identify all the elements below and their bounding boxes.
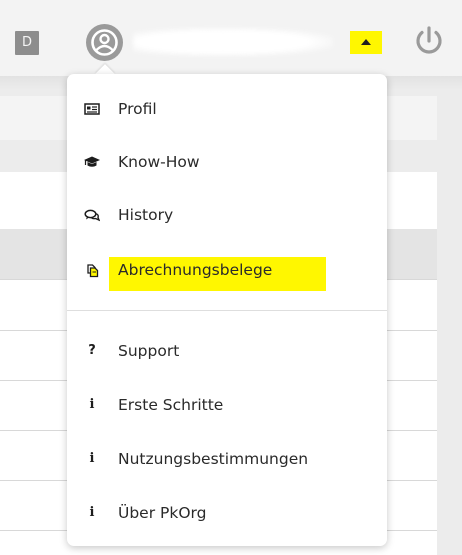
menu-item-abrechnungsbelege[interactable]: Abrechnungsbelege [67, 252, 387, 288]
user-initial-badge[interactable]: D [15, 31, 39, 55]
chat-bubbles-icon [84, 206, 101, 224]
caret-up-icon[interactable] [361, 39, 371, 45]
id-card-icon [84, 100, 100, 118]
menu-item-label: Profil [118, 100, 157, 118]
menu-item-label: Know-How [118, 153, 200, 171]
menu-item-profil[interactable]: Profil [67, 91, 387, 127]
menu-item-label: Über PkOrg [118, 504, 207, 522]
username-redacted [133, 28, 333, 56]
menu-item-history[interactable]: History [67, 197, 387, 233]
info-icon: i [89, 451, 95, 466]
menu-item-know-how[interactable]: Know-How [67, 144, 387, 180]
power-icon[interactable] [412, 24, 446, 62]
question-icon: ? [88, 343, 96, 358]
menu-item-label: History [118, 206, 174, 224]
menu-item-label: Abrechnungsbelege [118, 261, 273, 279]
menu-item-nutzungsbestimmungen[interactable]: i Nutzungsbestimmungen [67, 441, 387, 477]
info-icon: i [89, 397, 95, 412]
menu-item-label: Erste Schritte [118, 396, 224, 414]
user-dropdown-menu: Profil Know-How History Abrechnungsbeleg… [67, 74, 387, 546]
user-avatar-icon[interactable] [86, 24, 123, 61]
menu-item-ueber-pkorg[interactable]: i Über PkOrg [67, 495, 387, 531]
menu-item-label: Support [118, 342, 180, 360]
menu-separator [67, 310, 387, 311]
menu-item-erste-schritte[interactable]: i Erste Schritte [67, 387, 387, 423]
graduation-cap-icon [84, 153, 100, 171]
menu-item-label: Nutzungsbestimmungen [118, 450, 309, 468]
menu-item-support[interactable]: ? Support [67, 333, 387, 369]
copy-icon [84, 261, 100, 279]
info-icon: i [89, 505, 95, 520]
top-bar: D [0, 0, 462, 76]
